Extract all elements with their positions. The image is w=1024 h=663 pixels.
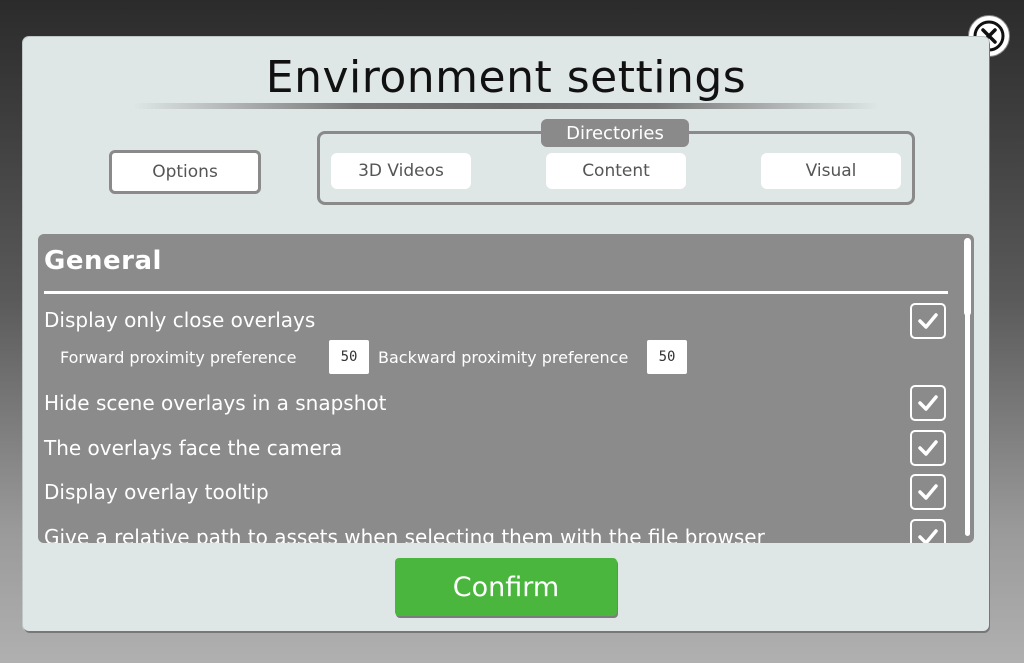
checkbox-overlay-tooltip[interactable] <box>910 474 946 510</box>
label-overlay-tooltip: Display overlay tooltip <box>44 480 269 504</box>
tab-options[interactable]: Options <box>109 150 261 194</box>
label-forward-proximity: Forward proximity preference <box>60 348 297 367</box>
tab-3d-videos[interactable]: 3D Videos <box>331 153 471 189</box>
label-display-close-overlays: Display only close overlays <box>44 308 316 332</box>
backward-proximity-input[interactable]: 50 <box>647 340 687 374</box>
confirm-button[interactable]: Confirm <box>395 558 617 616</box>
directories-label: Directories <box>541 119 689 147</box>
check-icon <box>918 484 938 500</box>
check-icon <box>918 313 938 329</box>
dialog-title: Environment settings <box>265 52 747 103</box>
label-backward-proximity: Backward proximity preference <box>378 348 629 367</box>
checkbox-relative-path-assets[interactable] <box>910 519 946 543</box>
checkbox-hide-scene-overlays[interactable] <box>910 385 946 421</box>
scrollbar-thumb[interactable] <box>964 238 971 316</box>
label-hide-scene-overlays: Hide scene overlays in a snapshot <box>44 391 387 415</box>
settings-dialog: Environment settings Options Directories… <box>23 37 989 631</box>
check-icon <box>918 529 938 543</box>
tab-content[interactable]: Content <box>546 153 686 189</box>
check-icon <box>918 395 938 411</box>
section-title-general: General <box>44 246 162 276</box>
checkbox-overlays-face-camera[interactable] <box>910 430 946 466</box>
check-icon <box>918 440 938 456</box>
section-divider <box>44 291 948 294</box>
forward-proximity-input[interactable]: 50 <box>329 340 369 374</box>
label-relative-path-assets: Give a relative path to assets when sele… <box>44 525 765 543</box>
settings-panel: General Display only close overlays Forw… <box>38 234 974 543</box>
title-underline <box>133 103 879 109</box>
label-overlays-face-camera: The overlays face the camera <box>44 436 343 460</box>
checkbox-display-close-overlays[interactable] <box>910 303 946 339</box>
tab-visual[interactable]: Visual <box>761 153 901 189</box>
